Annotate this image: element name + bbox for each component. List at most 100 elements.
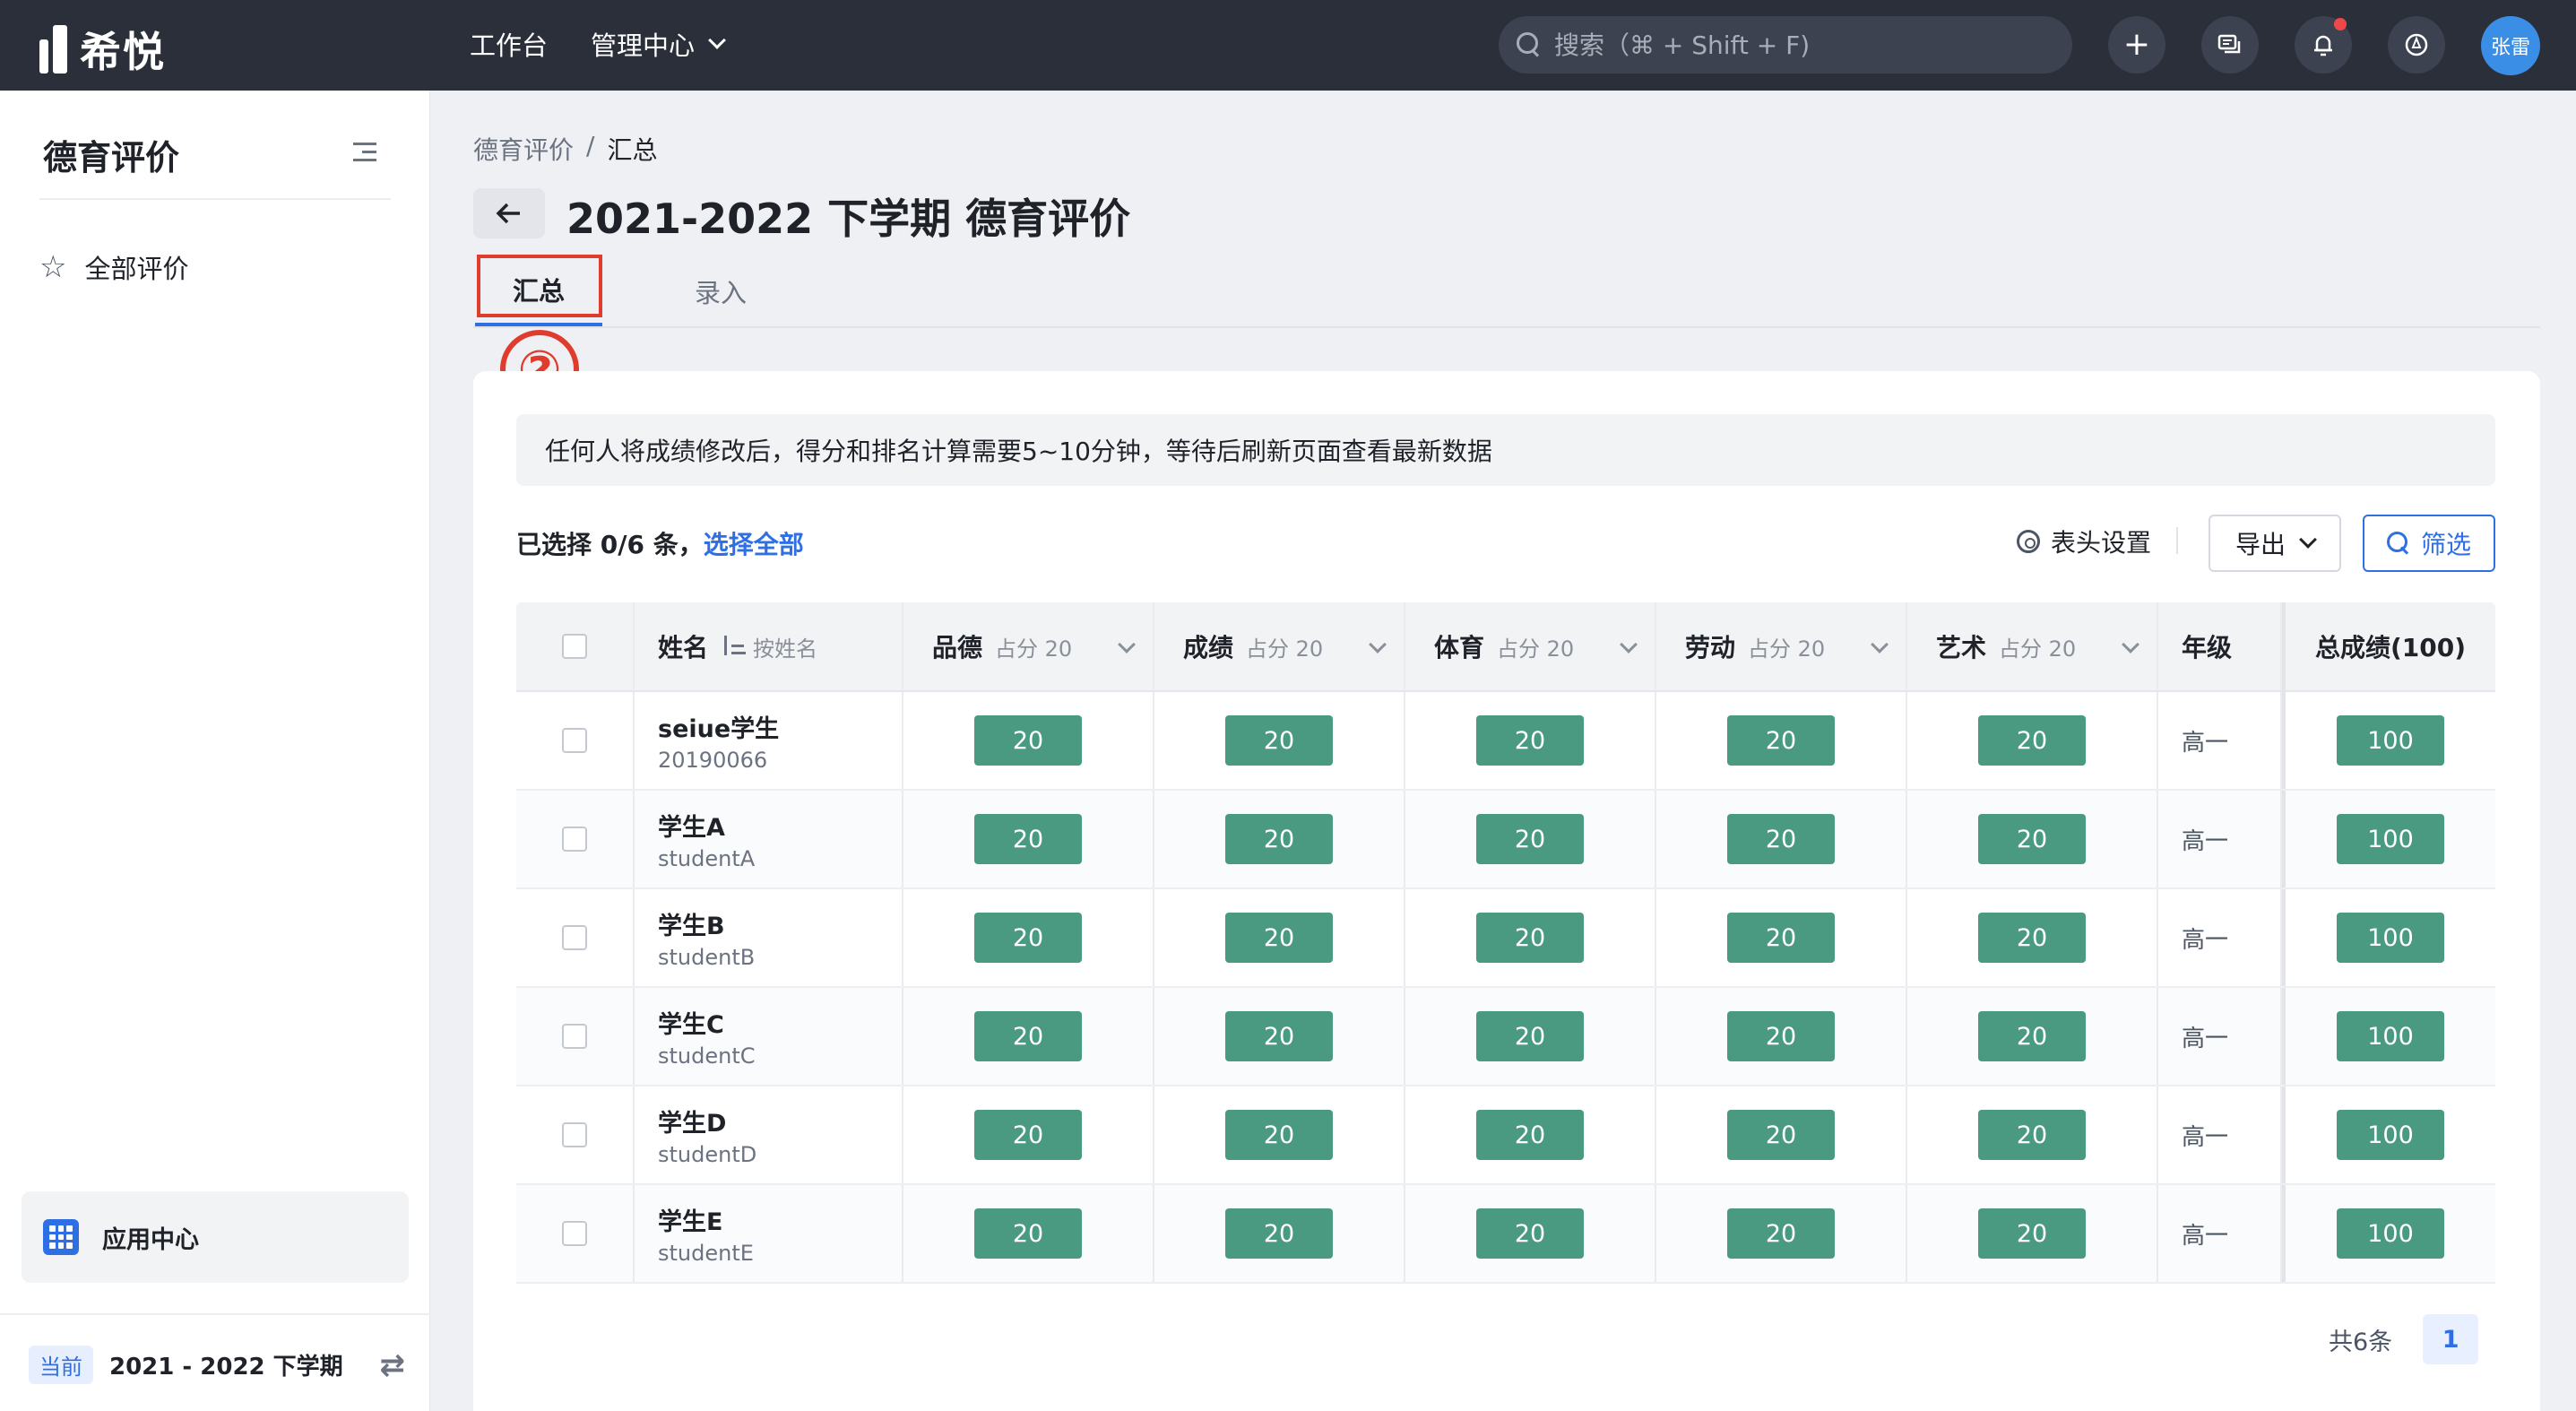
header-academics[interactable]: 成绩 占分 20 (1154, 602, 1405, 690)
total-badge[interactable]: 100 (2337, 715, 2444, 766)
row-checkbox[interactable] (562, 728, 587, 753)
score-badge[interactable]: 20 (1978, 1208, 2086, 1259)
bell-icon (2314, 35, 2332, 56)
header-weight: 占分 20 (995, 636, 1073, 662)
total-badge[interactable]: 100 (2337, 1110, 2444, 1160)
score-cell: 20 (1405, 692, 1656, 789)
header-sports[interactable]: 体育 占分 20 (1405, 602, 1656, 690)
score-badge[interactable]: 20 (1978, 913, 2086, 963)
grade-text: 高一 (2182, 1123, 2229, 1151)
export-label: 导出 (2235, 530, 2286, 559)
score-badge[interactable]: 20 (1978, 814, 2086, 864)
tab-entry[interactable]: 录入 (649, 256, 792, 326)
score-cell: 20 (1907, 692, 2158, 789)
avatar[interactable]: 张雷 (2481, 16, 2540, 75)
score-badge[interactable]: 20 (1978, 1110, 2086, 1160)
row-checkbox[interactable] (562, 1221, 587, 1246)
plus-icon: + (2122, 26, 2151, 63)
score-badge[interactable]: 20 (1727, 1110, 1835, 1160)
page-button-current[interactable]: 1 (2423, 1314, 2479, 1364)
brand-logo[interactable]: 希悦 (39, 20, 166, 79)
chevron-down-icon[interactable] (2122, 636, 2139, 654)
export-button[interactable]: 导出 (2209, 515, 2341, 572)
score-badge[interactable]: 20 (1225, 1208, 1333, 1259)
collapse-sidebar-icon[interactable] (353, 143, 376, 162)
score-badge[interactable]: 20 (1225, 913, 1333, 963)
star-icon: ☆ (39, 249, 67, 285)
score-badge[interactable]: 20 (974, 1208, 1082, 1259)
row-checkbox[interactable] (562, 1122, 587, 1147)
select-all-link[interactable]: 选择全部 (704, 525, 804, 561)
sort-by-name-label[interactable]: 按姓名 (753, 631, 817, 662)
score-badge[interactable]: 20 (1225, 715, 1333, 766)
score-cell: 20 (1907, 988, 2158, 1085)
student-id: studentC (658, 1043, 756, 1069)
grade-cell: 高一 (2158, 889, 2282, 986)
nav-workbench[interactable]: 工作台 (470, 25, 548, 63)
score-badge[interactable]: 20 (1727, 1011, 1835, 1061)
chevron-down-icon[interactable] (1118, 636, 1136, 654)
header-labor[interactable]: 劳动 占分 20 (1656, 602, 1907, 690)
row-select-cell (516, 988, 635, 1085)
messages-button[interactable] (2201, 16, 2259, 74)
chevron-down-icon (2299, 531, 2317, 549)
score-badge[interactable]: 20 (974, 1011, 1082, 1061)
total-badge[interactable]: 100 (2337, 814, 2444, 864)
table-row: seiue学生 20190066 20 20 20 20 20 高一 100 (516, 692, 2495, 791)
score-badge[interactable]: 20 (1727, 715, 1835, 766)
score-badge[interactable]: 20 (974, 715, 1082, 766)
total-badge[interactable]: 100 (2337, 913, 2444, 963)
score-badge[interactable]: 20 (974, 913, 1082, 963)
score-cell: 20 (1154, 791, 1405, 887)
breadcrumb-root[interactable]: 德育评价 (473, 131, 574, 167)
sidebar-item-all-evaluations[interactable]: ☆ 全部评价 (39, 248, 189, 286)
header-morality[interactable]: 品德 占分 20 (903, 602, 1154, 690)
score-badge[interactable]: 20 (1476, 1110, 1584, 1160)
app-center-button[interactable]: 应用中心 (22, 1191, 409, 1283)
row-checkbox[interactable] (562, 827, 587, 852)
header-settings-button[interactable]: 表头设置 (2017, 524, 2151, 559)
score-cell: 20 (1154, 1086, 1405, 1183)
score-badge[interactable]: 20 (974, 1110, 1082, 1160)
score-badge[interactable]: 20 (1476, 715, 1584, 766)
back-button[interactable] (473, 188, 545, 238)
score-cell: 20 (1405, 889, 1656, 986)
sort-icon[interactable] (722, 636, 747, 657)
gear-icon (2017, 530, 2040, 553)
global-search[interactable] (1499, 16, 2072, 74)
chevron-down-icon[interactable] (1871, 636, 1889, 654)
score-badge[interactable]: 20 (1476, 1208, 1584, 1259)
score-badge[interactable]: 20 (1476, 1011, 1584, 1061)
total-badge[interactable]: 100 (2337, 1208, 2444, 1259)
chevron-down-icon[interactable] (1369, 636, 1387, 654)
score-badge[interactable]: 20 (1225, 1110, 1333, 1160)
swap-icon[interactable]: ⇄ (380, 1347, 406, 1383)
filter-button[interactable]: 筛选 (2363, 515, 2495, 572)
search-input[interactable] (1554, 30, 2056, 60)
total-badge[interactable]: 100 (2337, 1011, 2444, 1061)
add-button[interactable]: + (2108, 16, 2165, 74)
select-all-checkbox[interactable] (562, 634, 587, 659)
score-badge[interactable]: 20 (1727, 913, 1835, 963)
pagination-total: 共6条 (2329, 1328, 2393, 1356)
score-badge[interactable]: 20 (1727, 1208, 1835, 1259)
score-badge[interactable]: 20 (1476, 913, 1584, 963)
chevron-down-icon[interactable] (1620, 636, 1638, 654)
nav-admin-dropdown[interactable]: 管理中心 (591, 25, 726, 63)
score-badge[interactable]: 20 (1978, 715, 2086, 766)
breadcrumb-separator: / (586, 131, 595, 160)
row-checkbox[interactable] (562, 1024, 587, 1049)
score-badge[interactable]: 20 (974, 814, 1082, 864)
toolbar-divider (2176, 527, 2178, 554)
score-badge[interactable]: 20 (1225, 814, 1333, 864)
row-checkbox[interactable] (562, 925, 587, 950)
app-switcher-button[interactable] (2388, 16, 2445, 74)
score-badge[interactable]: 20 (1727, 814, 1835, 864)
term-switcher[interactable]: 当前 2021 - 2022 下学期 ⇄ (29, 1346, 405, 1384)
score-badge[interactable]: 20 (1978, 1011, 2086, 1061)
notifications-button[interactable] (2295, 16, 2352, 74)
compass-icon (2405, 33, 2428, 56)
score-badge[interactable]: 20 (1476, 814, 1584, 864)
header-arts[interactable]: 艺术 占分 20 (1907, 602, 2158, 690)
score-badge[interactable]: 20 (1225, 1011, 1333, 1061)
